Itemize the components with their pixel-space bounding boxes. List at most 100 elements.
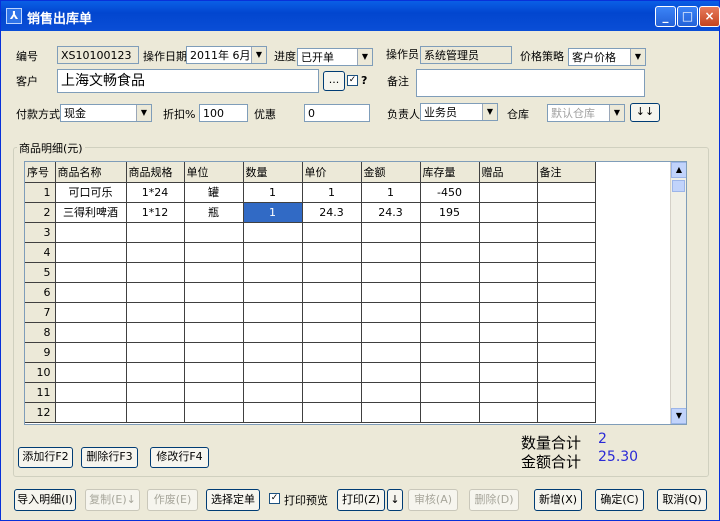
table-cell[interactable] bbox=[420, 382, 480, 403]
pricing-select[interactable]: 客户价格 ▼ bbox=[568, 48, 646, 66]
table-cell[interactable] bbox=[184, 402, 244, 423]
table-cell[interactable] bbox=[479, 322, 538, 343]
table-cell[interactable] bbox=[537, 282, 596, 303]
delete-row-button[interactable]: 删除行F3 bbox=[81, 447, 138, 468]
table-cell[interactable] bbox=[126, 242, 185, 263]
table-cell[interactable]: 1 bbox=[361, 182, 421, 203]
table-row[interactable]: 3 bbox=[25, 222, 596, 243]
browse-customer-button[interactable]: ... bbox=[323, 71, 345, 91]
date-picker[interactable]: 2011年 6月19 ▼ bbox=[186, 46, 267, 64]
table-row[interactable]: 11 bbox=[25, 382, 596, 403]
table-cell[interactable] bbox=[302, 222, 362, 243]
arrow-down-button[interactable]: ↓↓ bbox=[630, 103, 660, 122]
manager-select[interactable]: 业务员 ▼ bbox=[420, 103, 498, 121]
table-cell[interactable] bbox=[420, 302, 480, 323]
table-row[interactable]: 2 三得利啤酒 1*12 瓶 1 24.3 24.3 195 bbox=[25, 202, 596, 223]
table-row[interactable]: 4 bbox=[25, 242, 596, 263]
table-cell[interactable] bbox=[537, 202, 596, 223]
table-row[interactable]: 5 bbox=[25, 262, 596, 283]
table-cell[interactable] bbox=[302, 262, 362, 283]
scroll-thumb[interactable] bbox=[672, 180, 685, 192]
table-cell[interactable] bbox=[184, 342, 244, 363]
add-row-button[interactable]: 添加行F2 bbox=[18, 447, 73, 468]
table-cell[interactable] bbox=[243, 302, 303, 323]
table-cell[interactable]: 24.3 bbox=[302, 202, 362, 223]
column-header[interactable]: 备注 bbox=[537, 162, 596, 183]
table-row[interactable]: 1 可口可乐 1*24 罐 1 1 1 -450 bbox=[25, 182, 596, 203]
grid-scrollbar[interactable]: ▲ ▼ bbox=[670, 162, 686, 424]
table-row[interactable]: 10 bbox=[25, 362, 596, 383]
table-cell[interactable] bbox=[126, 342, 185, 363]
table-cell[interactable] bbox=[537, 402, 596, 423]
table-cell[interactable] bbox=[479, 182, 538, 203]
column-header[interactable]: 单位 bbox=[184, 162, 244, 183]
table-cell[interactable] bbox=[126, 282, 185, 303]
table-cell[interactable] bbox=[537, 322, 596, 343]
table-cell[interactable] bbox=[361, 262, 421, 283]
table-cell[interactable]: 罐 bbox=[184, 182, 244, 203]
table-cell[interactable]: 1*24 bbox=[126, 182, 185, 203]
table-cell[interactable] bbox=[55, 342, 127, 363]
table-cell[interactable] bbox=[55, 362, 127, 383]
table-cell[interactable] bbox=[479, 402, 538, 423]
chevron-down-icon[interactable]: ▼ bbox=[136, 105, 151, 121]
table-cell[interactable] bbox=[302, 282, 362, 303]
table-cell[interactable]: 瓶 bbox=[184, 202, 244, 223]
table-cell[interactable] bbox=[361, 282, 421, 303]
scroll-down-icon[interactable]: ▼ bbox=[671, 408, 686, 424]
table-cell[interactable] bbox=[184, 382, 244, 403]
table-cell[interactable] bbox=[479, 382, 538, 403]
column-header[interactable]: 金额 bbox=[361, 162, 421, 183]
payment-select[interactable]: 现金 ▼ bbox=[60, 104, 152, 122]
table-cell[interactable] bbox=[420, 262, 480, 283]
table-cell[interactable]: 1 bbox=[243, 202, 303, 223]
table-cell[interactable]: 195 bbox=[420, 202, 480, 223]
table-cell[interactable] bbox=[243, 382, 303, 403]
table-cell[interactable] bbox=[302, 302, 362, 323]
table-cell[interactable] bbox=[361, 402, 421, 423]
table-row[interactable]: 9 bbox=[25, 342, 596, 363]
table-cell[interactable] bbox=[184, 362, 244, 383]
print-button[interactable]: 打印(Z) bbox=[337, 489, 385, 511]
column-header[interactable]: 库存量 bbox=[420, 162, 480, 183]
chevron-down-icon[interactable]: ▼ bbox=[482, 104, 497, 120]
edit-row-button[interactable]: 修改行F4 bbox=[150, 447, 209, 468]
table-cell[interactable] bbox=[55, 322, 127, 343]
table-cell[interactable] bbox=[420, 242, 480, 263]
column-header[interactable]: 商品规格 bbox=[126, 162, 185, 183]
table-cell[interactable] bbox=[55, 282, 127, 303]
table-cell[interactable] bbox=[537, 242, 596, 263]
table-cell[interactable] bbox=[537, 342, 596, 363]
table-cell[interactable]: 1*12 bbox=[126, 202, 185, 223]
table-cell[interactable] bbox=[302, 322, 362, 343]
chevron-down-icon[interactable]: ▼ bbox=[357, 49, 372, 65]
chevron-down-icon[interactable]: ▼ bbox=[251, 47, 266, 63]
table-cell[interactable] bbox=[126, 322, 185, 343]
table-row[interactable]: 8 bbox=[25, 322, 596, 343]
table-cell[interactable] bbox=[537, 262, 596, 283]
table-cell[interactable] bbox=[55, 302, 127, 323]
table-cell[interactable] bbox=[479, 222, 538, 243]
table-row[interactable]: 12 bbox=[25, 402, 596, 423]
table-cell[interactable] bbox=[55, 402, 127, 423]
table-cell[interactable]: 1 bbox=[302, 182, 362, 203]
new-button[interactable]: 新增(X) bbox=[534, 489, 582, 511]
table-cell[interactable] bbox=[479, 362, 538, 383]
table-cell[interactable] bbox=[126, 262, 185, 283]
table-cell[interactable]: -450 bbox=[420, 182, 480, 203]
minimize-button[interactable]: _ bbox=[655, 6, 676, 27]
remark-field[interactable] bbox=[416, 69, 645, 97]
table-cell[interactable] bbox=[126, 362, 185, 383]
table-cell[interactable] bbox=[420, 342, 480, 363]
column-header[interactable]: 单价 bbox=[302, 162, 362, 183]
progress-select[interactable]: 已开单 ▼ bbox=[297, 48, 373, 66]
table-cell[interactable] bbox=[537, 222, 596, 243]
table-cell[interactable] bbox=[126, 222, 185, 243]
table-cell[interactable] bbox=[302, 242, 362, 263]
table-cell[interactable] bbox=[361, 342, 421, 363]
table-cell[interactable] bbox=[537, 302, 596, 323]
import-details-button[interactable]: 导入明细(I) bbox=[14, 489, 76, 511]
table-cell[interactable] bbox=[302, 342, 362, 363]
table-cell[interactable] bbox=[537, 382, 596, 403]
column-header[interactable]: 序号 bbox=[25, 162, 56, 183]
